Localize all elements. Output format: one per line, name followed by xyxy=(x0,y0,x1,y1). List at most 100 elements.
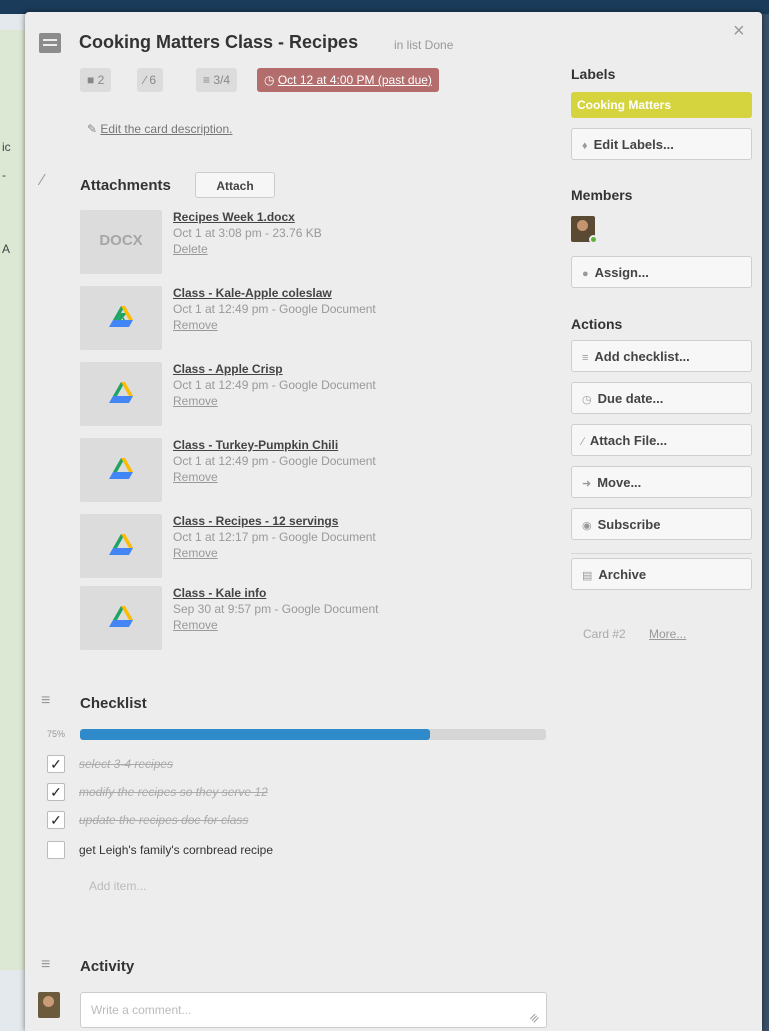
attachment-item: Class - Kale-Apple coleslaw Oct 1 at 12:… xyxy=(80,286,540,350)
attachment-thumbnail[interactable] xyxy=(80,362,162,426)
remove-attachment-link[interactable]: Remove xyxy=(173,394,218,408)
checklist-progress-bar xyxy=(80,729,546,740)
close-icon[interactable]: × xyxy=(733,20,745,43)
comment-icon: ■ xyxy=(87,73,95,87)
card-detail-window: × Cooking Matters Class - Recipes in lis… xyxy=(25,12,762,1031)
remove-attachment-link[interactable]: Remove xyxy=(173,546,218,560)
edit-labels-button[interactable]: ♦ Edit Labels... xyxy=(571,128,752,160)
attachments-heading: Attachments xyxy=(80,177,171,194)
attach-file-button[interactable]: ∕ Attach File... xyxy=(571,424,752,456)
attachment-item: Class - Kale info Sep 30 at 9:57 pm - Go… xyxy=(80,586,540,650)
background-text-fragment: A xyxy=(2,242,11,256)
comments-count: 2 xyxy=(97,73,105,87)
arrow-right-icon: ➜ xyxy=(582,478,592,490)
attachment-name[interactable]: Class - Turkey-Pumpkin Chili xyxy=(173,438,338,452)
online-status-icon xyxy=(589,235,598,244)
attachment-meta: Sep 30 at 9:57 pm - Google Document xyxy=(173,602,379,616)
subscribe-label: Subscribe xyxy=(597,517,661,532)
edit-labels-label: Edit Labels... xyxy=(593,137,674,152)
attachment-name[interactable]: Class - Recipes - 12 servings xyxy=(173,514,338,528)
sidebar-divider xyxy=(571,553,752,554)
attachment-thumbnail[interactable]: DOCX xyxy=(80,210,162,274)
paperclip-icon: ∕ xyxy=(582,436,584,448)
due-date-badge[interactable]: ◷ Oct 12 at 4:00 PM (past due) xyxy=(257,68,439,92)
eye-icon: ◉ xyxy=(582,520,592,532)
due-date-button[interactable]: ◷ Due date... xyxy=(571,382,752,414)
background-text-fragment: - xyxy=(2,168,6,182)
list-name[interactable]: in list Done xyxy=(394,38,453,52)
card-number: Card #2 xyxy=(583,627,626,641)
checklist-icon: ≡ xyxy=(582,352,589,364)
attachment-item: Class - Recipes - 12 servings Oct 1 at 1… xyxy=(80,514,540,578)
attachment-thumbnail[interactable] xyxy=(80,586,162,650)
remove-attachment-link[interactable]: Remove xyxy=(173,318,218,332)
tag-icon: ♦ xyxy=(582,140,588,152)
checklist-item-text[interactable]: select 3-4 recipes xyxy=(79,757,173,771)
checklist-checkbox[interactable]: ✓ xyxy=(47,755,65,773)
checklist-checkbox[interactable]: ✓ xyxy=(47,783,65,801)
card-title[interactable]: Cooking Matters Class - Recipes xyxy=(79,32,358,53)
due-date-text: Oct 12 at 4:00 PM (past due) xyxy=(277,73,432,87)
checklist-progress-fill xyxy=(80,729,430,740)
pencil-icon: ✎ xyxy=(87,122,98,136)
docx-thumb-label: DOCX xyxy=(99,232,143,249)
due-date-label: Due date... xyxy=(597,391,664,406)
checklist-icon: ≡ xyxy=(203,73,211,87)
remove-attachment-link[interactable]: Remove xyxy=(173,618,218,632)
attachments-badge: ∕ 6 xyxy=(137,68,164,92)
attachment-name[interactable]: Class - Kale info xyxy=(173,586,266,600)
attachment-meta: Oct 1 at 12:49 pm - Google Document xyxy=(173,454,376,468)
comment-input[interactable] xyxy=(80,992,547,1028)
card-icon xyxy=(39,33,61,53)
checklist-progress-label: 75% xyxy=(47,729,66,739)
archive-label: Archive xyxy=(598,567,647,582)
attach-button[interactable]: Attach xyxy=(195,172,275,198)
members-heading: Members xyxy=(571,187,633,203)
remove-attachment-link[interactable]: Remove xyxy=(173,470,218,484)
attachments-count: 6 xyxy=(149,73,157,87)
clock-icon: ◷ xyxy=(582,394,592,406)
add-checklist-button[interactable]: ≡ Add checklist... xyxy=(571,340,752,372)
google-drive-icon xyxy=(109,306,133,327)
checklist-item-text[interactable]: update the recipes doc for class xyxy=(79,813,248,827)
attachment-thumbnail[interactable] xyxy=(80,438,162,502)
assign-label: Assign... xyxy=(594,265,649,280)
google-drive-icon xyxy=(109,458,133,479)
attachment-meta: Oct 1 at 12:49 pm - Google Document xyxy=(173,302,376,316)
assign-button[interactable]: ● Assign... xyxy=(571,256,752,288)
comments-badge: ■ 2 xyxy=(80,68,112,92)
add-checklist-item[interactable]: Add item... xyxy=(89,879,146,893)
attachment-name[interactable]: Class - Apple Crisp xyxy=(173,362,283,376)
checklist-badge: ≡ 3/4 xyxy=(196,68,238,92)
attachment-name[interactable]: Recipes Week 1.docx xyxy=(173,210,295,224)
checklist-checkbox[interactable]: ✓ xyxy=(47,811,65,829)
attachment-thumbnail[interactable] xyxy=(80,514,162,578)
checklist-heading[interactable]: Checklist xyxy=(80,695,147,712)
avatar xyxy=(38,992,60,1018)
attachment-item: DOCX Recipes Week 1.docx Oct 1 at 3:08 p… xyxy=(80,210,540,274)
attachment-thumbnail[interactable] xyxy=(80,286,162,350)
subscribe-button[interactable]: ◉ Subscribe xyxy=(571,508,752,540)
checklist-item-text[interactable]: modify the recipes so they serve 12 xyxy=(79,785,268,799)
label-chip[interactable]: Cooking Matters xyxy=(571,92,752,118)
board-right-edge xyxy=(761,14,769,1031)
delete-attachment-link[interactable]: Delete xyxy=(173,242,208,256)
labels-heading: Labels xyxy=(571,66,616,82)
move-button[interactable]: ➜ Move... xyxy=(571,466,752,498)
add-checklist-label: Add checklist... xyxy=(594,349,690,364)
google-drive-icon xyxy=(109,606,133,627)
checklist-checkbox[interactable] xyxy=(47,841,65,859)
checklist-count: 3/4 xyxy=(213,73,231,87)
edit-description-link[interactable]: Edit the card description. xyxy=(100,122,232,136)
paperclip-icon: ∕ xyxy=(41,172,44,189)
checklist-item-text[interactable]: get Leigh's family's cornbread recipe xyxy=(79,843,273,857)
actions-heading: Actions xyxy=(571,316,623,332)
clock-icon: ◷ xyxy=(264,73,275,87)
move-label: Move... xyxy=(597,475,642,490)
attachment-name[interactable]: Class - Kale-Apple coleslaw xyxy=(173,286,332,300)
paperclip-icon: ∕ xyxy=(144,73,147,87)
edit-description[interactable]: ✎ Edit the card description. xyxy=(87,122,232,136)
background-text-fragment: ic xyxy=(2,140,11,154)
more-link[interactable]: More... xyxy=(649,627,686,641)
archive-button[interactable]: ▤ Archive xyxy=(571,558,752,590)
